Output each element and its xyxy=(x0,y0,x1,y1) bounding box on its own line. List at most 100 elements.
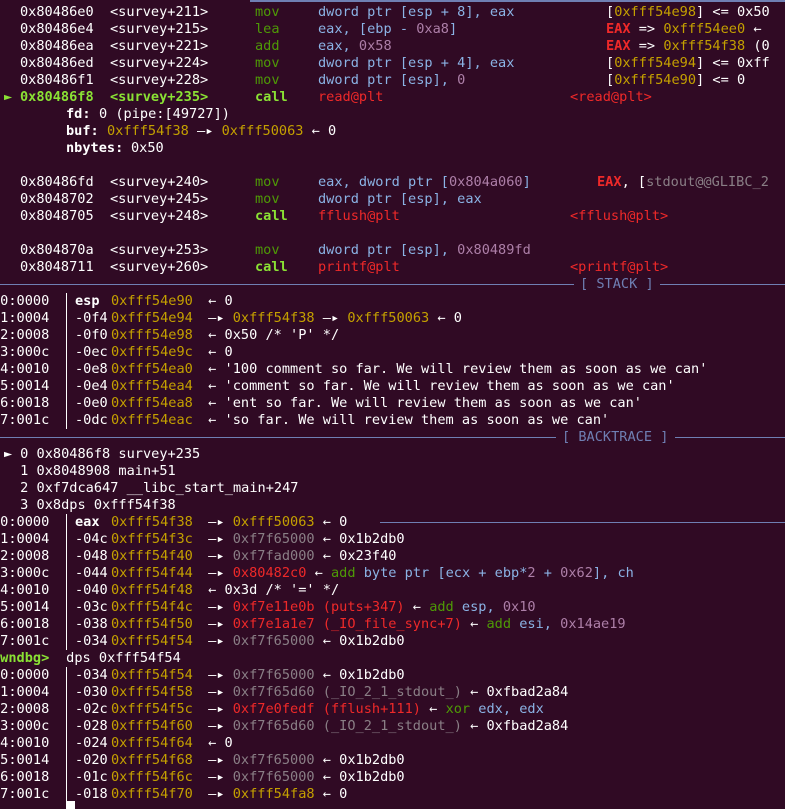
stack-value-part: edx, edx xyxy=(470,701,544,717)
instruction-comment-part: <printf@plt> xyxy=(570,259,669,275)
stack-value-part: —▸ xyxy=(200,531,233,547)
stack-offset: -044 xyxy=(75,565,108,581)
stack-column-bar xyxy=(66,293,67,429)
stack-value-part: ← 0x1b2db0 xyxy=(314,769,405,785)
stack-address: 0xfff54eac xyxy=(111,412,193,428)
stack-value-part: —▸ xyxy=(200,599,233,615)
instruction-address: 0x80486e4 xyxy=(20,21,94,37)
stack-offset: -0e4 xyxy=(75,378,108,394)
instruction-symbol: <survey+245> xyxy=(110,191,209,207)
argument-value-part: ← 0 xyxy=(303,123,337,139)
stack-address: 0xfff54f44 xyxy=(111,565,193,581)
instruction-comment-part: EAX xyxy=(606,21,631,37)
argument-value: 0xfff54f38 —▸ 0xfff50063 ← 0 xyxy=(107,123,336,140)
instruction-comment: <read@plt> xyxy=(570,89,652,105)
stack-row: 05:0014 -0200xfff54f68 —▸ 0xf7f65000 ← 0x… xyxy=(0,752,785,769)
stack-index: 06:0018 xyxy=(0,616,50,632)
stack-address: 0xfff54e94 xyxy=(111,310,193,326)
argument-name: nbytes: xyxy=(66,140,124,156)
stack-address: 0xfff54f5c xyxy=(111,701,193,717)
instruction-address: 0x80486ea xyxy=(20,38,94,54)
stack-index: 01:0004 xyxy=(0,684,50,700)
stack-index: 05:0014 xyxy=(0,752,50,768)
stack-value: —▸ 0xfff54fa8 ← 0 xyxy=(200,786,347,803)
stack-index: 06:0018 xyxy=(0,395,50,411)
instruction-operands: dword ptr [esp], 0x80489fd xyxy=(318,242,531,259)
instruction-symbol: <survey+240> xyxy=(110,174,209,190)
instruction-address: 0x80486fd xyxy=(20,174,94,190)
stack-offset: -034 xyxy=(75,667,108,683)
stack-value-part: —▸ xyxy=(200,769,233,785)
stack-value: ← 'comment so far. We will review them a… xyxy=(200,378,675,395)
stack-row: 00:0000 -0340xfff54f54 —▸ 0xf7f65000 ← 0x… xyxy=(0,667,785,684)
instruction-comment-part: ] <= 0x50 xyxy=(696,4,770,20)
stack-value-part: ← 0x1b2db0 xyxy=(314,667,405,683)
instruction-operands-part: 0 xyxy=(457,72,466,88)
instruction-symbol: <survey+248> xyxy=(110,208,209,224)
context-separator-top xyxy=(250,0,785,2)
stack-value-part: 0xfff50063 xyxy=(232,514,315,530)
backtrace-marker xyxy=(4,463,12,480)
stack-offset: -0f4 xyxy=(75,310,108,326)
stack-value-part: 0xf7f65d60 (_IO_2_1_stdout_) xyxy=(232,718,462,734)
stack-index: 07:001c xyxy=(0,412,50,428)
stack-value-part: ← 0 xyxy=(200,344,233,360)
backtrace-marker xyxy=(4,480,12,497)
stack-index: 07:001c xyxy=(0,786,50,802)
instruction-comment-part: ← xyxy=(745,21,762,37)
stack-value-part: add xyxy=(429,599,454,615)
stack-value-part: ← 0 xyxy=(200,293,233,309)
instruction-operands-part: dword ptr [esp], xyxy=(318,72,458,88)
stack-value-part: ← 0x23f40 xyxy=(314,548,397,564)
stack-section-line xyxy=(0,284,574,285)
stack-value-part: 0xf7e0fedf (fflush+111) xyxy=(232,701,421,717)
instruction-operands: dword ptr [esp], eax xyxy=(318,191,482,208)
stack-value-part: ← 'so far. We will review them as soon a… xyxy=(200,412,610,428)
stack-value-part: ← xyxy=(421,701,446,717)
stack-address: 0xfff54f58 xyxy=(111,684,193,700)
instruction-operands: dword ptr [esp + 4], eax xyxy=(318,55,514,72)
instruction-comment: EAX => 0xfff54ee0 ← xyxy=(606,21,762,38)
stack-section-line xyxy=(660,284,785,285)
instruction-operands-part: eax, dword ptr [ xyxy=(318,174,449,190)
stack-value: ← 0 xyxy=(200,344,233,361)
disasm-line: 0x80486ea <survey+221> add eax, 0x58 EAX => … xyxy=(0,38,785,55)
instruction-comment-part: [ xyxy=(606,55,615,71)
stack-value-part: —▸ xyxy=(200,310,233,326)
stack-value: —▸ 0xf7f65000 ← 0x1b2db0 xyxy=(200,633,404,650)
instruction-operands: fflush@plt xyxy=(318,208,400,225)
stack-address: 0xfff54f64 xyxy=(111,735,193,751)
disasm-line: 0x80486e0 <survey+211> mov dword ptr [esp +… xyxy=(0,4,785,21)
instruction-comment-part: <fflush@plt> xyxy=(570,208,669,224)
call-argument: nbytes: 0x50 xyxy=(0,140,785,157)
instruction-operands-part: dword ptr [esp], eax xyxy=(318,191,482,207)
stack-address: 0xfff54f50 xyxy=(111,616,193,632)
stack-value-part: ], ch xyxy=(592,565,634,581)
stack-value-part: 0xf7f65d60 (_IO_2_1_stdout_) xyxy=(232,684,462,700)
backtrace-section-title: [ BACKTRACE ] xyxy=(562,429,669,445)
stack-offset: -040 xyxy=(75,582,108,598)
stack-value-part: —▸ xyxy=(200,786,233,802)
stack-index: 02:0008 xyxy=(0,701,50,717)
instruction-comment-part: 0xfff54ee0 xyxy=(663,21,746,37)
stack-value: —▸ 0xfff54f38 —▸ 0xfff50063 ← 0 xyxy=(200,310,462,327)
instruction-symbol: <survey+253> xyxy=(110,242,209,258)
instruction-mnemonic: mov xyxy=(255,55,280,71)
backtrace-text: 1 0x8048908 main+51 xyxy=(12,463,176,479)
stack-row: 06:0018 -0380xfff54f50 —▸ 0xf7e1a1e7 (_IO… xyxy=(0,616,785,633)
stack-value: —▸ 0xf7fad000 ← 0x23f40 xyxy=(200,548,396,565)
stack-value-part: —▸ xyxy=(314,310,348,326)
backtrace-section-line xyxy=(0,437,556,438)
stack-value: —▸ 0xf7f65d60 (_IO_2_1_stdout_) ← 0xfbad… xyxy=(200,684,568,701)
stack-value-part: —▸ xyxy=(200,565,233,581)
pwndbg-prompt-line: pwndbg> dps 0xfff54f54 xyxy=(0,650,785,667)
stack-value-part: 0xfff54f38 xyxy=(232,310,315,326)
terminal-window[interactable]: 0x80486e0 <survey+211> mov dword ptr [esp +… xyxy=(0,0,785,809)
stack-index: 03:000c xyxy=(0,565,50,581)
stack-row: 05:0014 -03c0xfff54f4c —▸ 0xf7e11e0b (put… xyxy=(0,599,785,616)
instruction-symbol: <survey+235> xyxy=(110,89,209,105)
stack-row: 01:0004 -04c0xfff54f3c —▸ 0xf7f65000 ← 0x… xyxy=(0,531,785,548)
disasm-line: 0x8048702 <survey+245> mov dword ptr [esp],… xyxy=(0,191,785,208)
stack-value-part: ← xyxy=(306,565,331,581)
instruction-comment-part: 0xfff54e98 xyxy=(614,4,697,20)
